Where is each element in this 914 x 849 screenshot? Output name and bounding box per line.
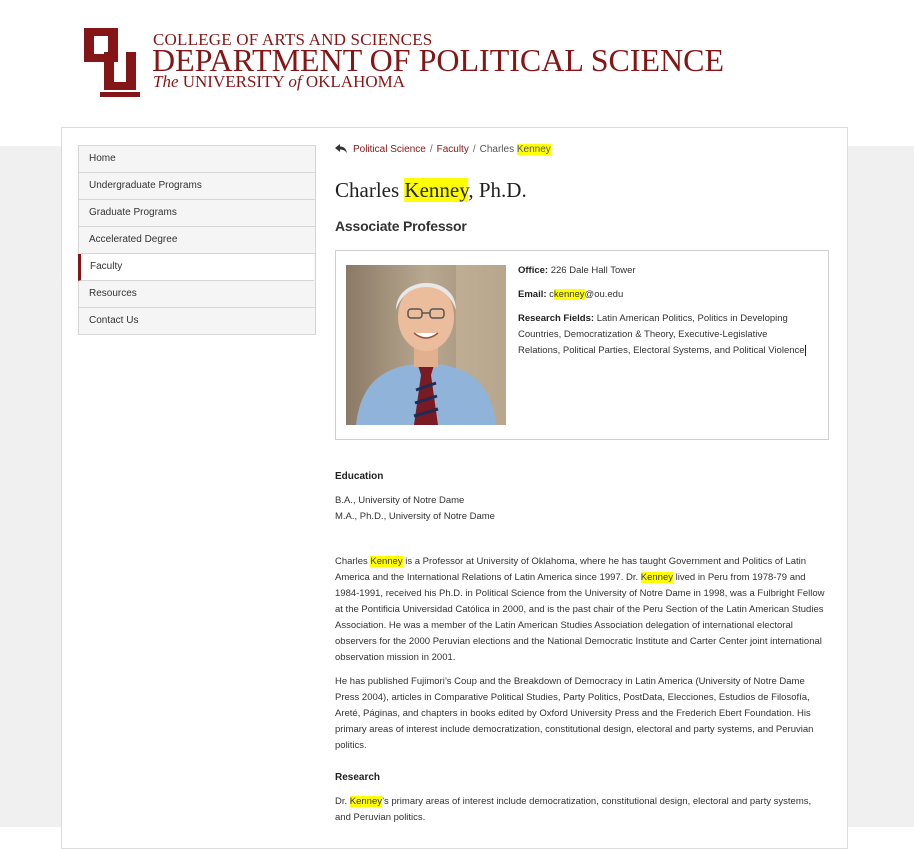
- sidebar-item-home[interactable]: Home: [79, 146, 315, 173]
- ou-logo-icon: [84, 28, 140, 97]
- main-content: Political Science / Faculty / Charles Kenney…: [335, 140, 830, 440]
- department-logo[interactable]: COLLEGE OF ARTS AND SCIENCES DEPARTMENT …: [80, 22, 760, 102]
- breadcrumb: Political Science / Faculty / Charles Kenney: [335, 140, 830, 160]
- education-item: B.A., University of Notre Dame: [335, 495, 465, 506]
- email-link[interactable]: ckenney@ou.edu: [549, 289, 623, 300]
- text-cursor: [804, 344, 806, 356]
- breadcrumb-political-science[interactable]: Political Science: [353, 144, 426, 155]
- education-heading: Education: [335, 471, 384, 482]
- sidebar-item-undergraduate-programs[interactable]: Undergraduate Programs: [79, 173, 315, 200]
- research-fields-row: Research Fields: Latin American Politics…: [518, 313, 806, 356]
- breadcrumb-faculty[interactable]: Faculty: [437, 144, 469, 155]
- breadcrumb-separator: /: [472, 144, 476, 155]
- education-item: M.A., Ph.D., University of Notre Dame: [335, 511, 495, 522]
- faculty-position: Associate Professor: [335, 218, 467, 234]
- research-heading: Research: [335, 772, 381, 783]
- breadcrumb-separator: /: [429, 144, 433, 155]
- profile-card: Office: 226 Dale Hall Tower Email: ckenn…: [335, 250, 829, 440]
- email-row: Email: ckenney@ou.edu: [518, 289, 624, 300]
- research-paragraph: Dr. Kenney’s primary areas of interest i…: [335, 796, 812, 823]
- office-row: Office: 226 Dale Hall Tower: [518, 265, 636, 276]
- page-title: Charles Kenney, Ph.D.: [335, 178, 527, 202]
- education-list: B.A., University of Notre Dame M.A., Ph.…: [335, 493, 825, 525]
- sidebar-item-faculty[interactable]: Faculty: [78, 254, 314, 281]
- bio-paragraph-2: He has published Fujimori’s Coup and the…: [335, 676, 814, 751]
- back-arrow-icon[interactable]: [335, 144, 347, 154]
- bio-paragraph-1: Charles Kenney is a Professor at Univers…: [335, 556, 825, 663]
- sidebar-item-accelerated-degree[interactable]: Accelerated Degree: [79, 227, 315, 254]
- university-name: The UNIVERSITY of OKLAHOMA: [153, 72, 406, 91]
- faculty-photo: [346, 265, 506, 425]
- sidebar-item-graduate-programs[interactable]: Graduate Programs: [79, 200, 315, 227]
- breadcrumb-current: Charles Kenney: [479, 144, 551, 155]
- sidebar-item-resources[interactable]: Resources: [79, 281, 315, 308]
- profile-info: Office: 226 Dale Hall Tower Email: ckenn…: [518, 263, 808, 367]
- sidebar-nav: Home Undergraduate Programs Graduate Pro…: [78, 145, 316, 335]
- sidebar-item-contact-us[interactable]: Contact Us: [79, 308, 315, 334]
